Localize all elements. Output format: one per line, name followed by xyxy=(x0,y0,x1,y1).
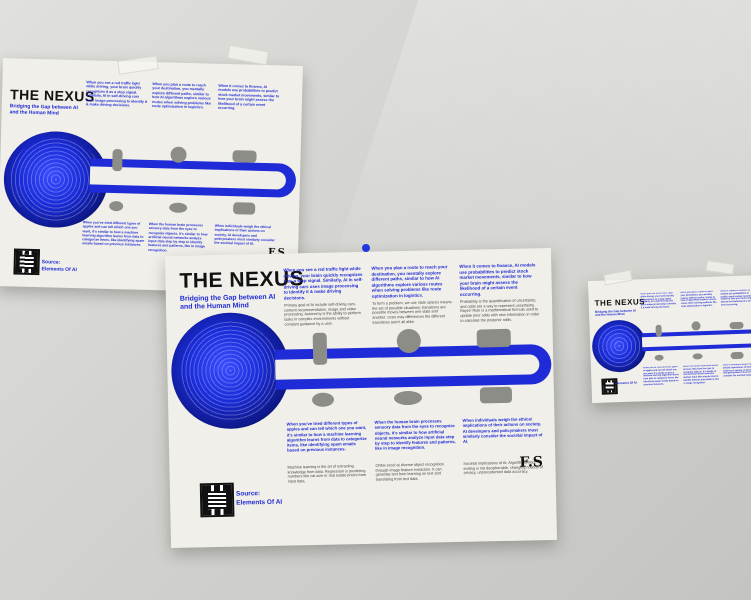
source-name: Elements Of AI xyxy=(615,380,637,386)
bottom-text-1: When you've tried different types of app… xyxy=(82,220,145,248)
traffic-light-icon xyxy=(112,149,123,172)
top-text-3: When it comes to finance, AI models use … xyxy=(720,289,751,307)
apples-icon xyxy=(311,392,335,408)
coin-stack-icon xyxy=(232,150,257,163)
bottom-text-2: When the human brain processes sensory d… xyxy=(148,221,208,252)
qr-code xyxy=(13,248,41,276)
top-body-2: To form a problem, we use state spaces m… xyxy=(371,300,452,325)
top-body-3: Probability is the quantification of unc… xyxy=(459,298,540,323)
apples-icon xyxy=(109,200,124,212)
poster-front-center: THE NEXUS Bridging the Gap between AI an… xyxy=(164,247,558,549)
bottom-body-2: CNNs excel at diverse object recognition… xyxy=(375,462,444,482)
bottom-text-1: When you've tried different types of app… xyxy=(286,420,367,453)
top-text-3: When it comes to finance, AI models use … xyxy=(459,262,536,297)
bottom-body-1: Machine learning is the art of extractin… xyxy=(287,464,367,484)
top-body-1: Primary goal of AI include self-driving … xyxy=(284,302,361,327)
top-text-2: When you plan a route to reach your dest… xyxy=(151,82,211,110)
apples-icon xyxy=(654,354,664,361)
brain-illustration xyxy=(170,311,291,430)
top-text-1: When you see a red traffic light while d… xyxy=(640,292,677,310)
eye-icon xyxy=(692,353,703,360)
bottom-text-3: When individuals weigh the ethical impli… xyxy=(462,416,543,444)
brain-illustration xyxy=(591,319,648,374)
handshake-icon xyxy=(233,202,256,215)
qr-code xyxy=(199,482,235,518)
bottom-text-2: When the human brain processes sensory d… xyxy=(682,364,719,385)
source-name: Elements Of AI xyxy=(41,266,77,274)
poster-right: THE NEXUS Bridging the Gap between AI an… xyxy=(587,274,751,404)
source-name: Elements Of AI xyxy=(236,498,283,507)
top-text-1: When you see a red traffic light while d… xyxy=(85,80,148,108)
source-label: Source: xyxy=(41,259,61,266)
compass-icon xyxy=(691,321,701,331)
coin-stack-icon xyxy=(729,321,744,330)
top-text-3: When it comes to finance, AI models use … xyxy=(217,83,280,111)
bottom-text-1: When you've tried different types of app… xyxy=(642,366,679,386)
top-text-2: When you plan a route to reach your dest… xyxy=(680,290,717,308)
traffic-light-icon xyxy=(655,324,662,337)
push-pin xyxy=(362,244,370,252)
eye-icon xyxy=(169,202,188,213)
eye-icon xyxy=(393,390,423,406)
poster-subtitle: Bridging the Gap between AI and the Huma… xyxy=(179,293,276,311)
fs-logo: F.S xyxy=(519,454,544,471)
handshake-icon xyxy=(479,386,513,404)
source-label: Source: xyxy=(235,490,261,498)
handshake-icon xyxy=(730,351,744,360)
bottom-text-2: When the human brain processes sensory d… xyxy=(374,418,456,451)
top-text-1: When you see a red traffic light while d… xyxy=(283,265,363,301)
poster-title: THE NEXUS xyxy=(594,297,646,308)
bottom-text-3: When individuals weigh the ethical impli… xyxy=(722,363,751,378)
top-text-2: When you plan a route to reach your dest… xyxy=(371,264,448,299)
poster-title: THE NEXUS xyxy=(9,86,95,105)
traffic-light-icon xyxy=(312,332,328,365)
poster-subtitle: Bridging the Gap between AI and the Huma… xyxy=(594,308,636,318)
poster-subtitle: Bridging the Gap between AI and the Huma… xyxy=(9,103,78,117)
coin-stack-icon xyxy=(476,328,511,348)
